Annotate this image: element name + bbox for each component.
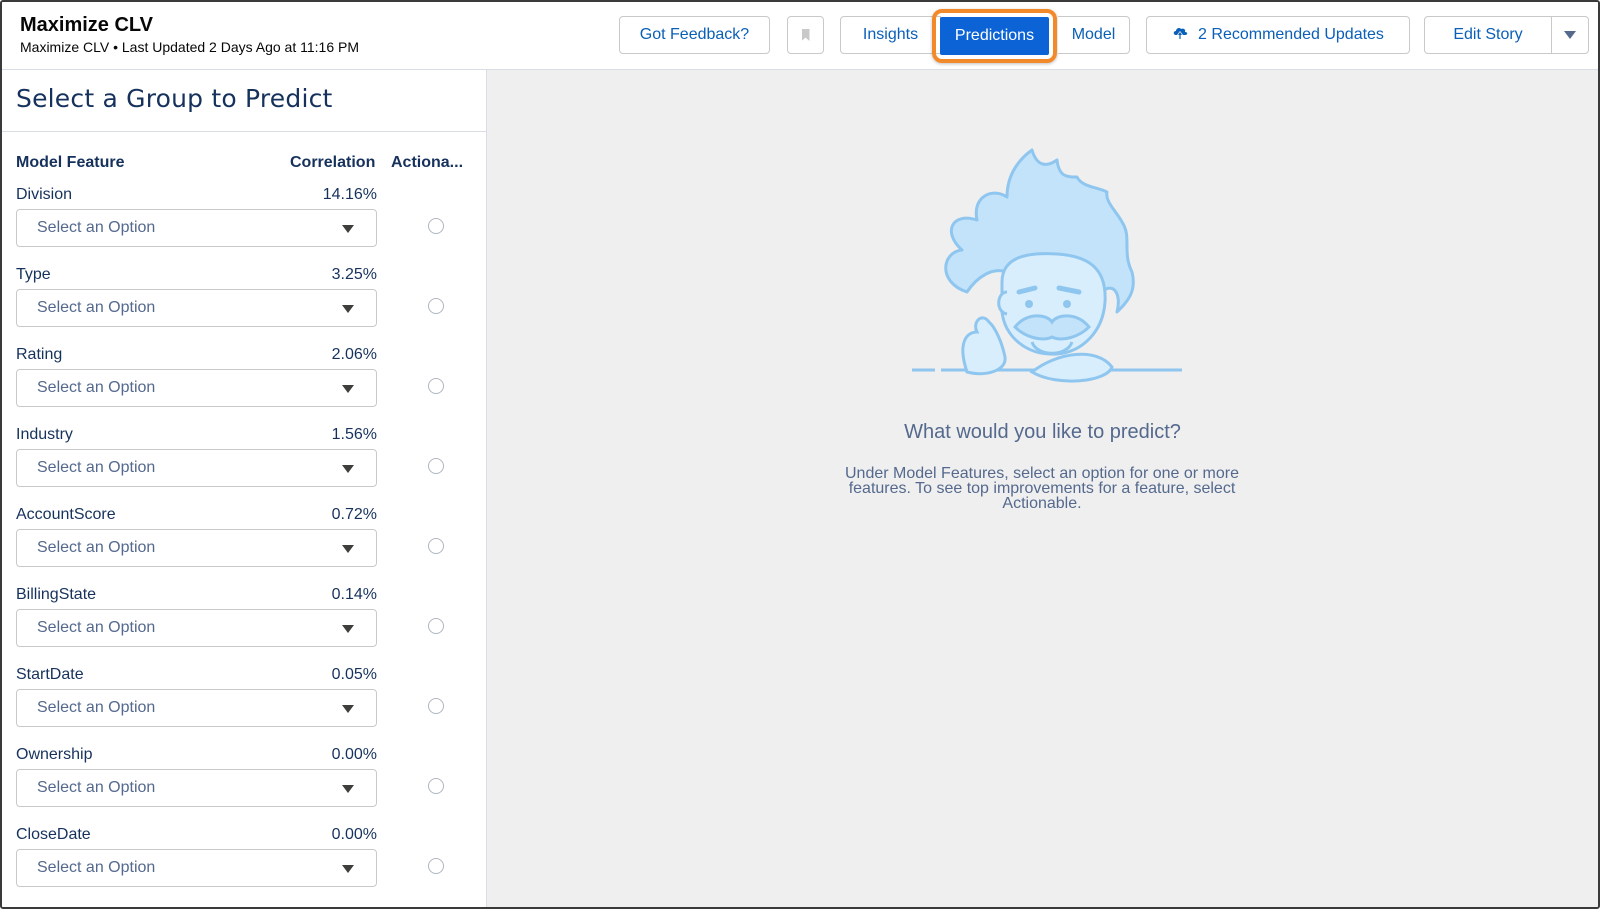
column-header-correlation: Correlation [290,154,376,171]
select-placeholder: Select an Option [37,699,156,716]
tab-model[interactable]: Model [1058,16,1130,54]
actionable-radio[interactable] [428,378,444,394]
feature-correlation: 14.16% [322,186,377,203]
feature-correlation: 0.05% [331,666,377,683]
feature-select[interactable]: Select an Option [16,689,377,727]
feature-correlation: 0.00% [331,826,377,843]
empty-state-title: What would you like to predict? [904,421,1181,443]
more-actions-button[interactable] [1551,16,1589,54]
feature-name: AccountScore [16,506,116,523]
feature-name: Type [16,266,51,283]
feature-row-rating: Rating 2.06% Select an Option [2,346,486,424]
panel-divider [2,131,486,132]
feature-correlation: 0.14% [331,586,377,603]
chevron-down-icon [342,785,354,793]
feature-select[interactable]: Select an Option [16,769,377,807]
bookmark-icon [801,29,810,41]
select-placeholder: Select an Option [37,619,156,636]
recommended-updates-label: 2 Recommended Updates [1198,26,1384,43]
column-header-feature: Model Feature [16,154,125,171]
einstein-illustration [907,142,1197,392]
feature-correlation: 2.06% [331,346,377,363]
page-subtitle: Maximize CLV • Last Updated 2 Days Ago a… [20,39,359,55]
panel-title: Select a Group to Predict [16,84,333,113]
page-header: Maximize CLV Maximize CLV • Last Updated… [2,2,1598,70]
chevron-down-icon [342,385,354,393]
feature-select[interactable]: Select an Option [16,449,377,487]
page-title: Maximize CLV [20,14,153,36]
select-placeholder: Select an Option [37,379,156,396]
feature-name: StartDate [16,666,84,683]
predictions-highlight: Predictions [932,9,1057,63]
chevron-down-icon [342,625,354,633]
chevron-down-icon [342,705,354,713]
feature-row-ownership: Ownership 0.00% Select an Option [2,746,486,824]
chevron-down-icon [342,305,354,313]
feature-name: Industry [16,426,73,443]
edit-story-button[interactable]: Edit Story [1424,16,1552,54]
feature-row-startdate: StartDate 0.05% Select an Option [2,666,486,744]
feature-select[interactable]: Select an Option [16,209,377,247]
prediction-area: What would you like to predict? Under Mo… [487,70,1598,907]
feature-panel: Select a Group to Predict Model Feature … [2,70,487,907]
column-header-actionable: Actiona... [391,154,464,171]
tab-insights[interactable]: Insights [840,16,941,54]
feature-correlation: 3.25% [331,266,377,283]
feedback-button[interactable]: Got Feedback? [619,16,770,54]
actionable-radio[interactable] [428,618,444,634]
feature-row-billingstate: BillingState 0.14% Select an Option [2,586,486,664]
feature-name: BillingState [16,586,97,603]
app-frame: Maximize CLV Maximize CLV • Last Updated… [0,0,1600,909]
feature-select[interactable]: Select an Option [16,289,377,327]
chevron-down-icon [342,545,354,553]
feature-row-division: Division 14.16% Select an Option [2,186,486,264]
chevron-down-icon [342,465,354,473]
feature-correlation: 0.00% [331,746,377,763]
feature-select[interactable]: Select an Option [16,529,377,567]
feature-name: Division [16,186,73,203]
chevron-down-icon [342,225,354,233]
select-placeholder: Select an Option [37,459,156,476]
select-placeholder: Select an Option [37,219,156,236]
feature-row-closedate: CloseDate 0.00% Select an Option [2,826,486,904]
feature-correlation: 0.72% [331,506,377,523]
feature-name: Rating [16,346,63,363]
feature-name: CloseDate [16,826,91,843]
select-placeholder: Select an Option [37,779,156,796]
bookmark-button[interactable] [787,16,824,54]
feature-select[interactable]: Select an Option [16,849,377,887]
actionable-radio[interactable] [428,458,444,474]
upload-cloud-icon [1172,26,1188,45]
actionable-radio[interactable] [428,298,444,314]
select-placeholder: Select an Option [37,859,156,876]
feature-select[interactable]: Select an Option [16,369,377,407]
feature-row-industry: Industry 1.56% Select an Option [2,426,486,504]
feature-correlation: 1.56% [331,426,377,443]
select-placeholder: Select an Option [37,299,156,316]
actionable-radio[interactable] [428,538,444,554]
feature-name: Ownership [16,746,93,763]
select-placeholder: Select an Option [37,539,156,556]
empty-state-message: Under Model Features, select an option f… [845,465,1239,512]
feature-row-accountscore: AccountScore 0.72% Select an Option [2,506,486,584]
chevron-down-icon [342,865,354,873]
recommended-updates-button[interactable]: 2 Recommended Updates [1146,16,1410,54]
actionable-radio[interactable] [428,698,444,714]
tab-predictions[interactable]: Predictions [940,17,1049,55]
feature-row-type: Type 3.25% Select an Option [2,266,486,344]
actionable-radio[interactable] [428,778,444,794]
actionable-radio[interactable] [428,858,444,874]
feature-select[interactable]: Select an Option [16,609,377,647]
chevron-down-icon [1564,31,1576,39]
actionable-radio[interactable] [428,218,444,234]
